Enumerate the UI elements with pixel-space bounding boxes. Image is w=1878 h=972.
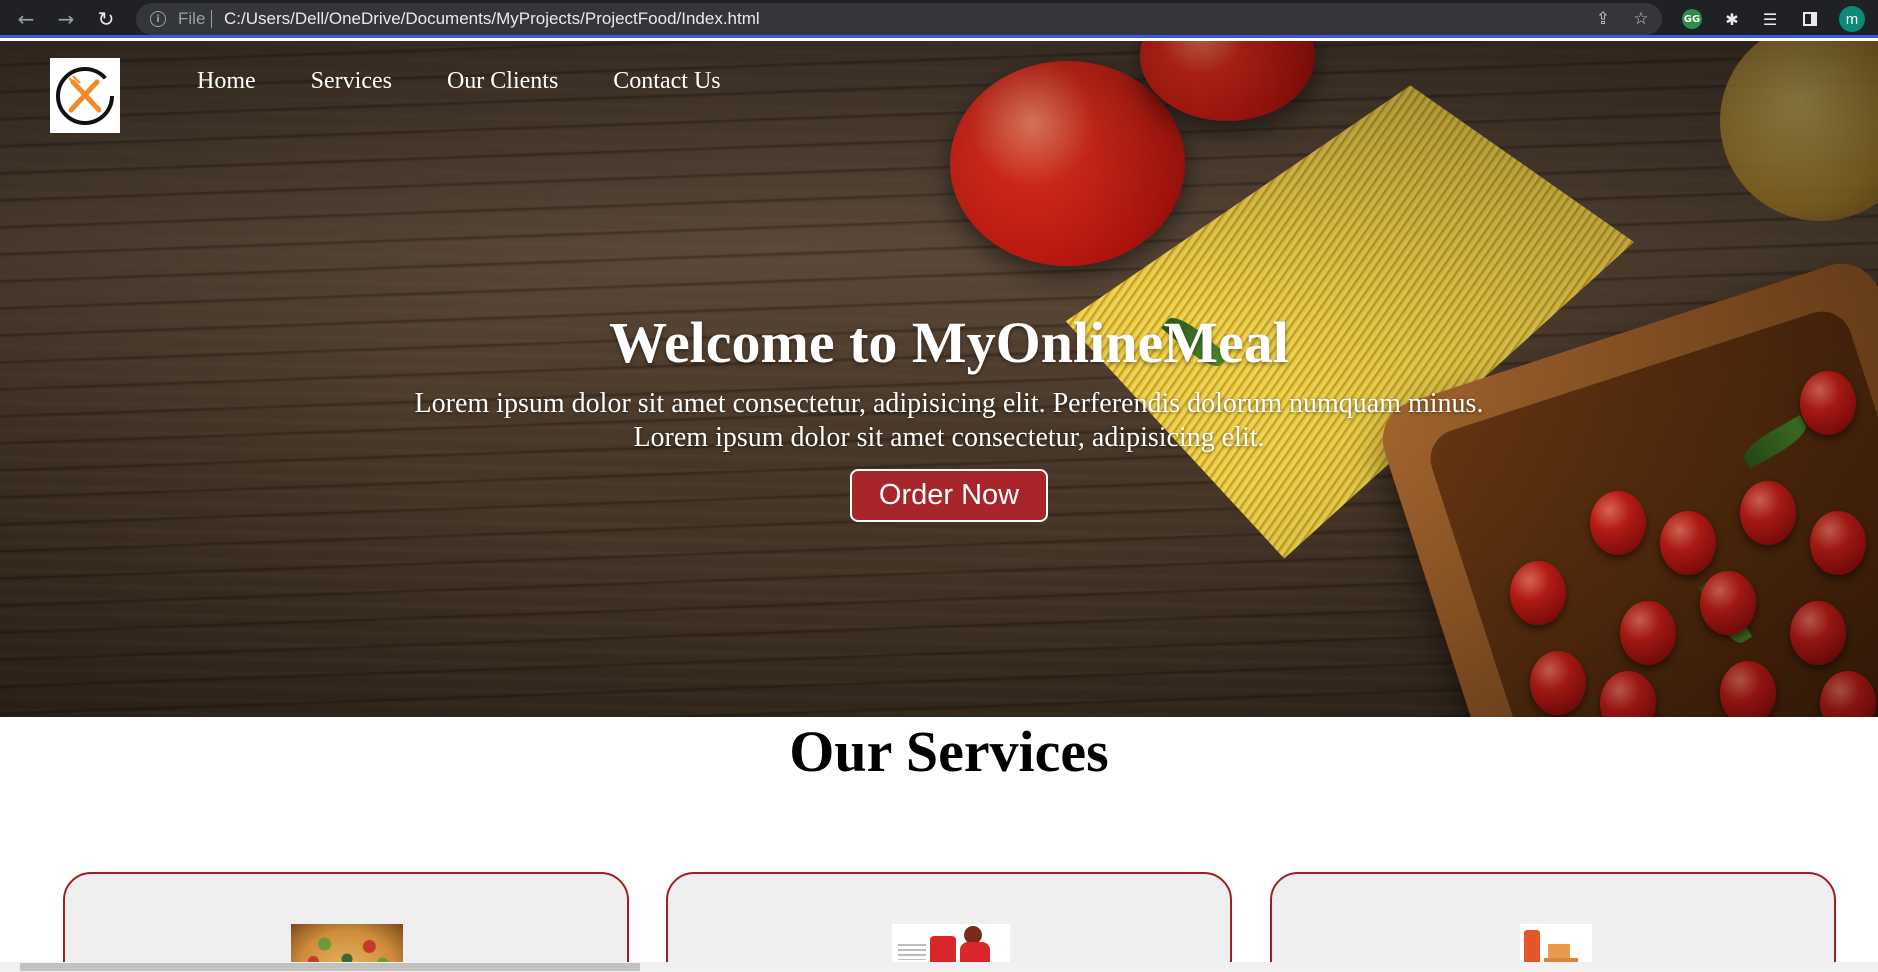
reading-list-icon[interactable]: ☰ xyxy=(1758,7,1782,31)
speed-lines xyxy=(898,944,926,960)
hero-text-line1: Lorem ipsum dolor sit amet consectetur, … xyxy=(414,388,1484,419)
url-scheme: File xyxy=(178,9,206,28)
site-logo[interactable] xyxy=(50,58,120,133)
divider xyxy=(211,10,212,28)
star-icon[interactable]: ☆ xyxy=(1630,8,1652,30)
address-bar[interactable]: i File C:/Users/Dell/OneDrive/Documents/… xyxy=(136,3,1662,35)
horizontal-scrollbar[interactable] xyxy=(0,962,1878,972)
nav-our-clients-link[interactable]: Our Clients xyxy=(447,68,558,95)
nav-contact-us-link[interactable]: Contact Us xyxy=(613,68,720,95)
nav-home-link[interactable]: Home xyxy=(197,68,256,95)
nav-services-link[interactable]: Services xyxy=(311,68,392,95)
browser-toolbar: ← → ↻ i File C:/Users/Dell/OneDrive/Docu… xyxy=(0,0,1878,38)
fork-knife-icon xyxy=(56,66,114,125)
hero-text-line2: Lorem ipsum dolor sit amet consectetur, … xyxy=(633,422,1265,453)
main-nav: Home Services Our Clients Contact Us xyxy=(197,68,776,95)
service-card[interactable] xyxy=(666,872,1232,972)
service-card[interactable] xyxy=(63,872,629,972)
scrollbar-thumb[interactable] xyxy=(20,963,640,971)
profile-avatar[interactable]: m xyxy=(1839,6,1865,32)
extension-gfg-icon[interactable]: GG xyxy=(1682,9,1702,29)
side-panel-icon[interactable] xyxy=(1798,7,1822,31)
hero-title: Welcome to MyOnlineMeal xyxy=(609,310,1289,375)
service-card[interactable] xyxy=(1270,872,1836,972)
forward-icon[interactable]: → xyxy=(52,5,80,33)
reload-icon[interactable]: ↻ xyxy=(92,5,120,33)
back-icon[interactable]: ← xyxy=(12,5,40,33)
box-shape xyxy=(1524,930,1540,964)
services-title: Our Services xyxy=(789,719,1109,784)
hero-text: Lorem ipsum dolor sit amet consectetur, … xyxy=(0,387,1878,455)
puzzle-icon[interactable]: ✱ xyxy=(1720,7,1744,31)
url-text[interactable]: C:/Users/Dell/OneDrive/Documents/MyProje… xyxy=(224,9,760,29)
info-icon[interactable]: i xyxy=(150,11,166,27)
order-now-button[interactable]: Order Now xyxy=(850,469,1048,522)
share-icon[interactable]: ⇪ xyxy=(1592,8,1614,30)
hero-content: Welcome to MyOnlineMeal Lorem ipsum dolo… xyxy=(0,311,1878,522)
hero-section: Home Services Our Clients Contact Us Wel… xyxy=(0,41,1878,717)
